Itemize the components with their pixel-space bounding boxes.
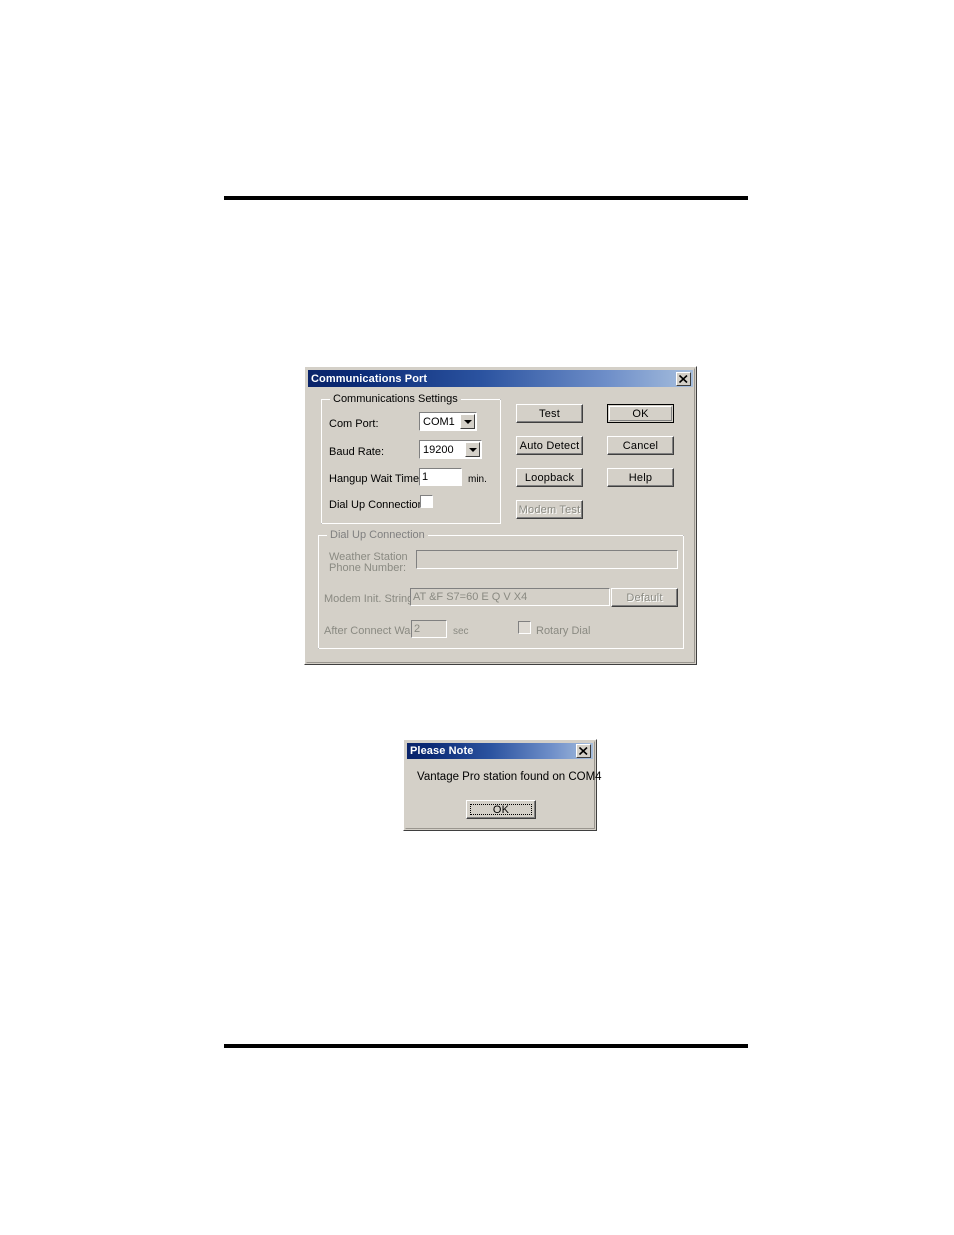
after-connect-wait-label: After Connect Wait:: [324, 625, 419, 637]
after-connect-wait-value: 2: [414, 623, 421, 635]
communications-settings-legend: Communications Settings: [330, 393, 461, 405]
weather-station-phone-label-line2: Phone Number:: [329, 562, 407, 574]
hangup-wait-time-units: min.: [468, 474, 487, 485]
com-port-label: Com Port:: [329, 418, 379, 430]
auto-detect-button[interactable]: Auto Detect: [516, 436, 583, 455]
help-button[interactable]: Help: [607, 468, 674, 487]
modem-test-button: Modem Test: [516, 500, 583, 519]
note-dialog-title: Please Note: [410, 745, 474, 757]
note-close-button[interactable]: [576, 744, 591, 758]
dialog-title: Communications Port: [311, 372, 428, 385]
modem-init-string-label: Modem Init. String:: [324, 593, 417, 605]
after-connect-wait-input: 2: [411, 620, 447, 638]
com-port-value: COM1: [423, 415, 455, 428]
close-x-icon: [579, 747, 588, 755]
communications-port-dialog: Communications Port Communications Setti…: [304, 366, 697, 665]
dial-up-connection-legend: Dial Up Connection: [327, 529, 428, 541]
test-button[interactable]: Test: [516, 404, 583, 423]
hangup-wait-time-value: 1: [422, 471, 429, 483]
note-titlebar[interactable]: Please Note: [407, 743, 593, 759]
test-button-label: Test: [539, 407, 560, 420]
loopback-button[interactable]: Loopback: [516, 468, 583, 487]
baud-rate-select[interactable]: 19200: [419, 440, 482, 459]
chevron-down-icon[interactable]: [460, 414, 475, 429]
default-button-label: Default: [626, 591, 663, 604]
help-button-label: Help: [628, 471, 653, 484]
com-port-select[interactable]: COM1: [419, 412, 477, 431]
page-footer-rule: [224, 1044, 748, 1048]
weather-station-phone-input: [416, 550, 678, 569]
cancel-button-label: Cancel: [622, 439, 659, 452]
default-button: Default: [611, 588, 678, 607]
note-ok-button-label: OK: [492, 803, 510, 816]
modem-init-string-input: AT &F S7=60 E Q V X4: [410, 588, 610, 606]
after-connect-wait-units: sec: [453, 626, 469, 637]
page-header-rule: [224, 196, 748, 200]
baud-rate-label: Baud Rate:: [329, 446, 385, 458]
modem-test-button-label: Modem Test: [518, 503, 581, 516]
close-button[interactable]: [676, 371, 691, 386]
modem-init-string-value: AT &F S7=60 E Q V X4: [413, 591, 528, 603]
dialog-titlebar[interactable]: Communications Port: [308, 370, 693, 387]
hangup-wait-time-input[interactable]: 1: [419, 468, 462, 486]
note-ok-button[interactable]: OK: [466, 800, 536, 819]
rotary-dial-label: Rotary Dial: [536, 625, 591, 637]
ok-button-label: OK: [632, 407, 649, 420]
chevron-down-icon[interactable]: [465, 442, 480, 457]
auto-detect-button-label: Auto Detect: [519, 439, 580, 452]
note-message: Vantage Pro station found on COM4: [417, 771, 602, 783]
baud-rate-value: 19200: [423, 443, 454, 456]
rotary-dial-checkbox: [518, 621, 531, 634]
loopback-button-label: Loopback: [524, 471, 575, 484]
close-x-icon: [679, 374, 688, 383]
dial-up-connection-label: Dial Up Connection: [329, 499, 424, 511]
dial-up-connection-checkbox[interactable]: [420, 495, 433, 508]
please-note-dialog: Please Note Vantage Pro station found on…: [403, 739, 602, 831]
hangup-wait-time-label: Hangup Wait Time:: [329, 473, 423, 485]
cancel-button[interactable]: Cancel: [607, 436, 674, 455]
ok-button[interactable]: OK: [607, 404, 674, 423]
